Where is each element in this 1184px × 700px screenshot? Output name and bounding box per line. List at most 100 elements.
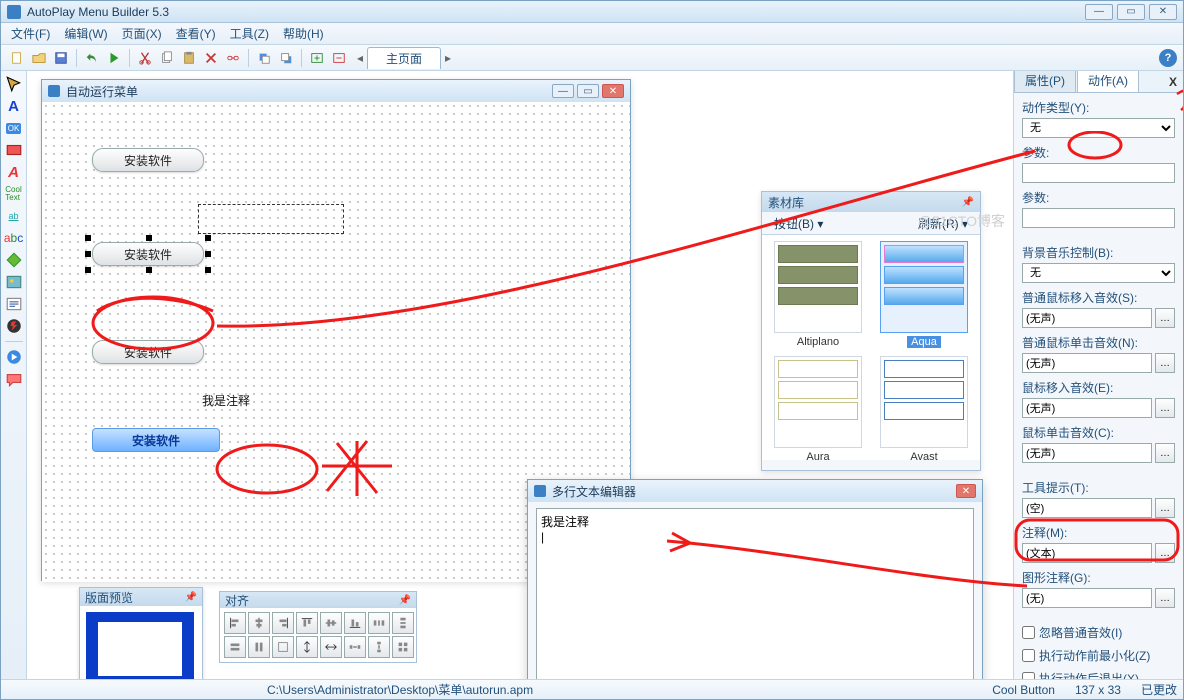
rightpanel-close-icon[interactable]: X [1169,75,1177,89]
mouseclick-sfx-browse-icon[interactable]: … [1155,443,1175,463]
open-icon[interactable] [29,48,49,68]
mouseclick-sfx-input[interactable] [1022,443,1152,463]
tool-box-icon[interactable] [5,141,23,159]
mousein-sfx-input[interactable] [1022,398,1152,418]
tool-edit-icon[interactable] [5,295,23,313]
note-browse-icon[interactable]: … [1155,543,1175,563]
align-centerv-icon[interactable] [320,636,342,658]
tool-diamond-icon[interactable] [5,251,23,269]
tool-italic-icon[interactable]: A [5,163,23,181]
save-icon[interactable] [51,48,71,68]
align-sameheight-icon[interactable] [248,636,270,658]
help-icon[interactable]: ? [1159,49,1177,67]
mousein-sfx-browse-icon[interactable]: … [1155,398,1175,418]
addpage-icon[interactable] [307,48,327,68]
minimize-button[interactable]: — [1085,4,1113,20]
close-button[interactable]: ✕ [1149,4,1177,20]
shape-note-browse-icon[interactable]: … [1155,588,1175,608]
play-icon[interactable] [104,48,124,68]
align-samesize-icon[interactable] [272,636,294,658]
chk-ignore-sfx[interactable]: 忽略普通音效(I) [1022,624,1175,641]
design-close-button[interactable]: ✕ [602,84,624,98]
canvas-placeholder-box[interactable] [198,204,344,234]
design-max-button[interactable]: ▭ [577,84,599,98]
design-title: 自动运行菜单 [66,83,552,100]
align-pin-icon[interactable]: 📌 [399,595,411,606]
click-sfx-input[interactable] [1022,353,1152,373]
menu-help[interactable]: 帮助(H) [283,25,324,42]
bgm-select[interactable]: 无 [1022,263,1175,283]
asset-item-avast[interactable]: Avast [874,356,974,460]
action-type-select[interactable]: 无 [1022,118,1175,138]
align-grid-icon[interactable] [392,636,414,658]
canvas-button-4[interactable]: 安装软件 [92,428,220,452]
preview-pin-icon[interactable]: 📌 [185,592,197,603]
shape-note-input[interactable] [1022,588,1152,608]
tool-image-icon[interactable] [5,273,23,291]
tool-media-icon[interactable] [5,348,23,366]
new-icon[interactable] [7,48,27,68]
tool-label-icon[interactable]: ab [5,207,23,225]
align-spacev-icon[interactable] [368,636,390,658]
align-left-icon[interactable] [224,612,246,634]
tool-text-icon[interactable]: A [5,97,23,115]
tool-flash-icon[interactable] [5,317,23,335]
design-min-button[interactable]: — [552,84,574,98]
note-input[interactable] [1022,543,1152,563]
sendback-icon[interactable] [276,48,296,68]
asset-item-aqua[interactable]: Aqua [874,241,974,348]
tooltip-browse-icon[interactable]: … [1155,498,1175,518]
tool-format-icon[interactable]: abc [5,229,23,247]
asset-item-altiplano[interactable]: Altiplano [768,241,868,348]
tab-main[interactable]: 主页面 [367,47,441,69]
tool-ok-icon[interactable]: OK [5,119,23,137]
align-hcenter-icon[interactable] [248,612,270,634]
chk-min-before[interactable]: 执行动作前最小化(Z) [1022,647,1175,664]
delete-icon[interactable] [201,48,221,68]
copy-icon[interactable] [157,48,177,68]
align-distribh-icon[interactable] [368,612,390,634]
align-bottom-icon[interactable] [344,612,366,634]
tab-properties[interactable]: 属性(P) [1014,71,1076,92]
align-vcenter-icon[interactable] [320,612,342,634]
param2-input[interactable] [1022,208,1175,228]
cut-icon[interactable] [135,48,155,68]
editor-close-button[interactable]: ✕ [956,484,976,498]
canvas-button-1[interactable]: 安装软件 [92,148,204,172]
canvas-button-3[interactable]: 安装软件 [92,340,204,364]
menu-edit[interactable]: 编辑(W) [64,25,107,42]
undo-icon[interactable] [82,48,102,68]
tool-cooltext-icon[interactable]: CoolText [5,185,23,203]
canvas-note-text[interactable]: 我是注释 [202,392,250,409]
tooltip-input[interactable] [1022,498,1152,518]
menu-tool[interactable]: 工具(Z) [230,25,269,42]
mousein-sfx-label: 鼠标移入音效(E): [1022,379,1175,396]
delpage-icon[interactable] [329,48,349,68]
tab-actions[interactable]: 动作(A) [1077,71,1139,92]
align-centerh-icon[interactable] [296,636,318,658]
menu-file[interactable]: 文件(F) [11,25,50,42]
align-top-icon[interactable] [296,612,318,634]
align-distribv-icon[interactable] [392,612,414,634]
link-icon[interactable] [223,48,243,68]
menu-view[interactable]: 查看(Y) [176,25,216,42]
align-spaceh-icon[interactable] [344,636,366,658]
paste-icon[interactable] [179,48,199,68]
chk-exit-after[interactable]: 执行动作后退出(X) [1022,670,1175,679]
hover-sfx-input[interactable] [1022,308,1152,328]
hover-sfx-browse-icon[interactable]: … [1155,308,1175,328]
align-samewidth-icon[interactable] [224,636,246,658]
asset-pin-icon[interactable]: 📌 [962,197,974,208]
menu-page[interactable]: 页面(X) [122,25,162,42]
click-sfx-browse-icon[interactable]: … [1155,353,1175,373]
tool-speech-icon[interactable] [5,370,23,388]
asset-category-dropdown[interactable]: 按钮(B) [774,215,823,232]
bringfront-icon[interactable] [254,48,274,68]
param1-input[interactable] [1022,163,1175,183]
editor-textarea[interactable]: 我是注释| [536,508,974,679]
maximize-button[interactable]: ▭ [1117,4,1145,20]
align-right-icon[interactable] [272,612,294,634]
tool-pointer-icon[interactable] [5,75,23,93]
asset-refresh-dropdown[interactable]: 刷新(R) [918,215,968,232]
asset-item-aura[interactable]: Aura [768,356,868,460]
